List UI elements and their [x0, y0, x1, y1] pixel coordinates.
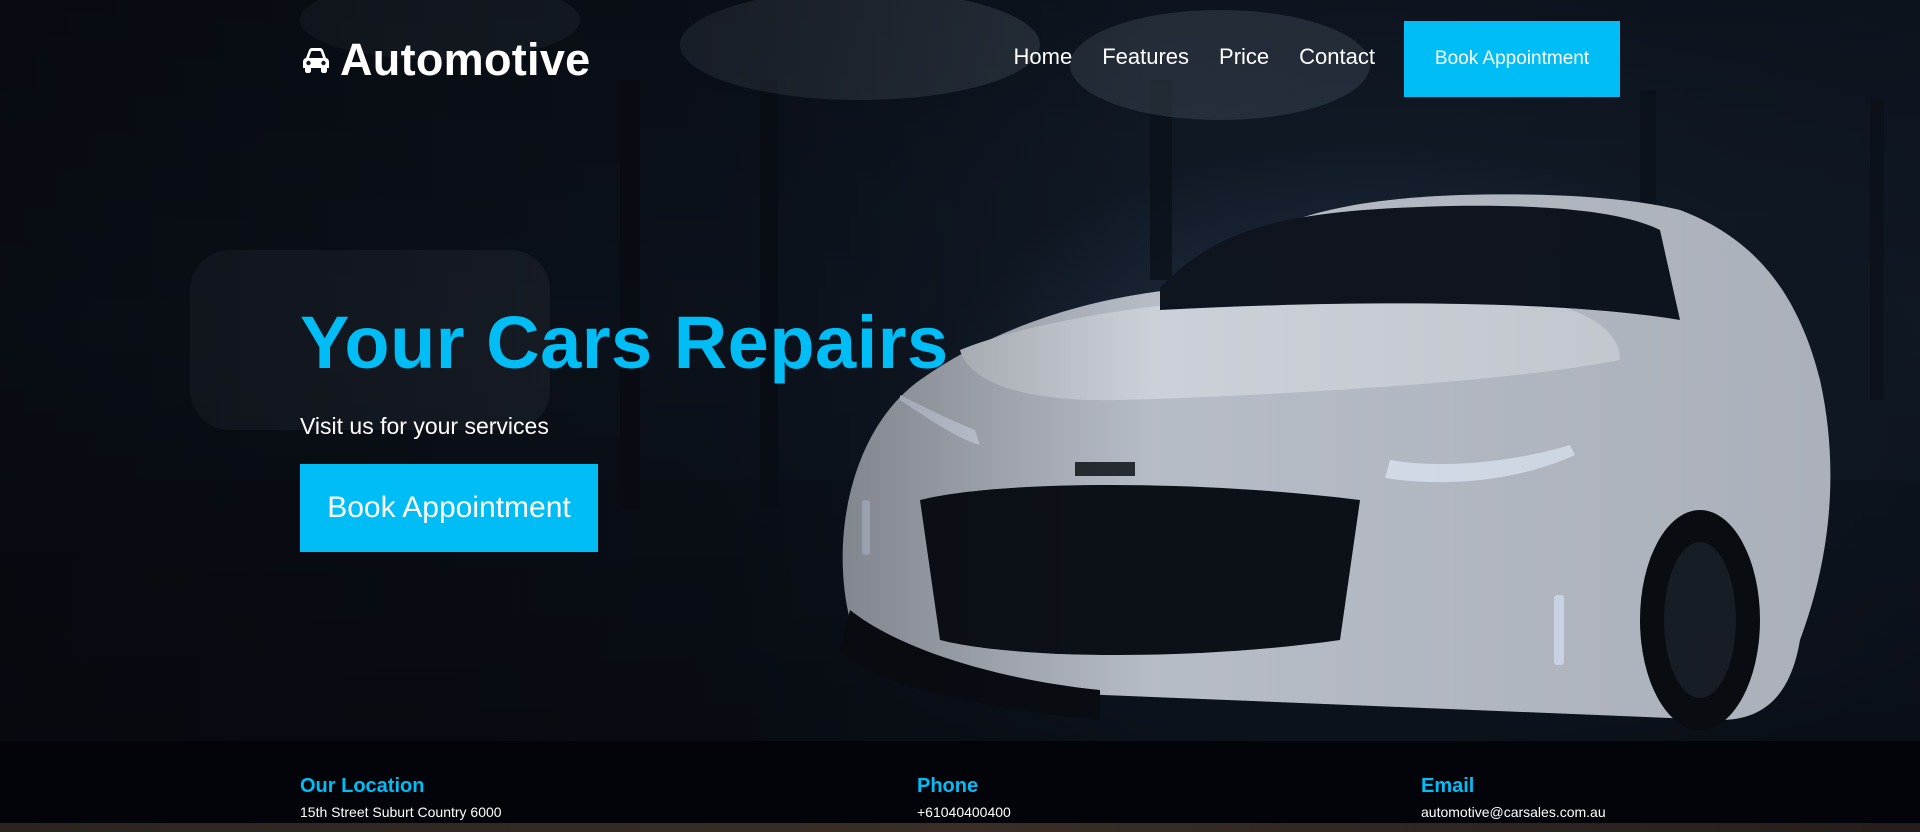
contact-location-value: 15th Street Suburt Country 6000 — [300, 804, 502, 820]
hero-content: Your Cars Repairs Visit us for your serv… — [300, 300, 949, 552]
contact-email-title: Email — [1421, 775, 1475, 797]
hero-book-appointment-button[interactable]: Book Appointment — [300, 464, 598, 552]
contact-email: Email automotive@carsales.com.au — [1421, 775, 1606, 820]
nav-book-appointment-button[interactable]: Book Appointment — [1404, 21, 1620, 97]
contact-location-title: Our Location — [300, 775, 425, 797]
contact-location: Our Location 15th Street Suburt Country … — [300, 775, 502, 820]
hero-subtitle: Visit us for your services — [300, 413, 549, 439]
nav-item-price: Price — [1219, 44, 1269, 70]
nav-item-contact: Contact — [1299, 44, 1375, 70]
nav-link-price[interactable]: Price — [1219, 44, 1269, 69]
nav-menu: Home Features Price Contact — [1014, 44, 1375, 70]
hero-section: Automotive Home Features Price Contact B… — [0, 0, 1920, 741]
brand-logo[interactable]: Automotive — [300, 34, 591, 86]
nav-link-contact[interactable]: Contact — [1299, 44, 1375, 69]
contact-footer: Our Location 15th Street Suburt Country … — [0, 741, 1920, 832]
contact-phone: Phone +61040400400 — [917, 775, 1011, 820]
nav-item-home: Home — [1014, 44, 1073, 70]
top-navbar: Automotive Home Features Price Contact B… — [0, 0, 1920, 118]
contact-phone-title: Phone — [917, 775, 979, 797]
page-bottom-strip — [0, 823, 1920, 832]
nav-item-features: Features — [1102, 44, 1189, 70]
car-icon — [303, 48, 329, 73]
nav-link-home[interactable]: Home — [1014, 44, 1073, 69]
hero-title: Your Cars Repairs — [300, 301, 949, 384]
contact-phone-value[interactable]: +61040400400 — [917, 804, 1011, 820]
contact-email-value[interactable]: automotive@carsales.com.au — [1421, 804, 1606, 820]
brand-name: Automotive — [340, 34, 591, 85]
nav-link-features[interactable]: Features — [1102, 44, 1189, 69]
